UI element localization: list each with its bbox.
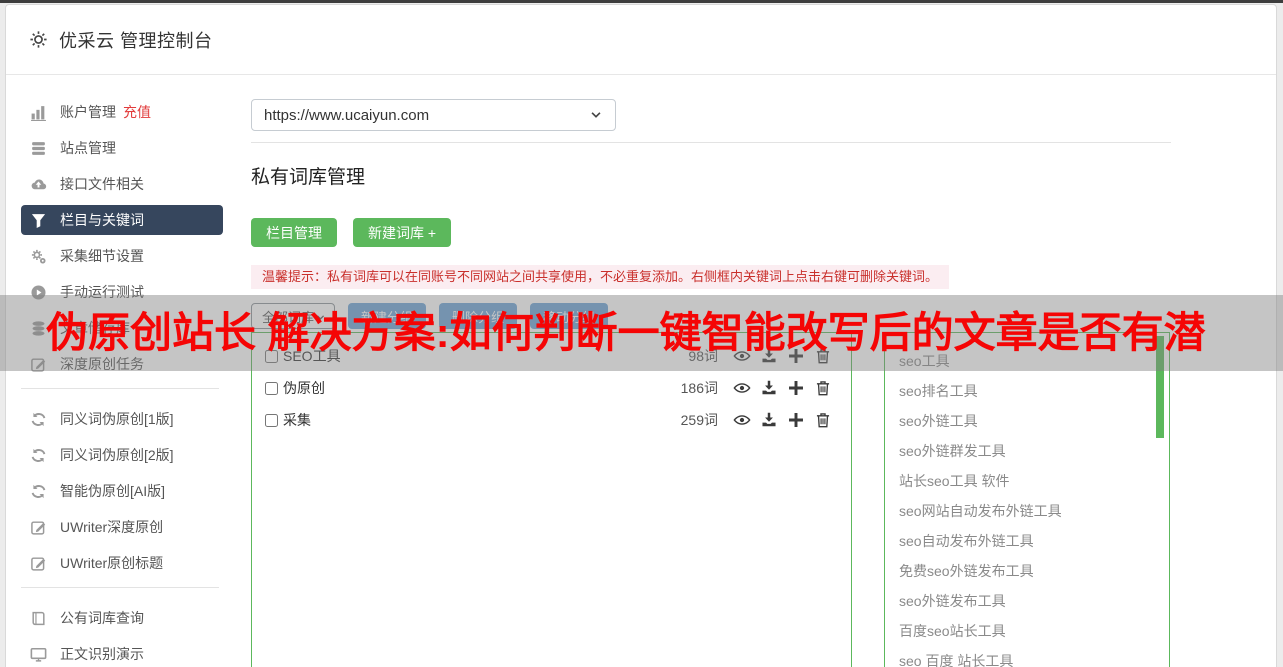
sidebar-item-uwriter-title[interactable]: UWriter原创标题 <box>21 548 223 578</box>
sidebar-item-synonym-v2[interactable]: 同义词伪原创[2版] <box>21 440 223 470</box>
keyword-item[interactable]: 百度seo站长工具 <box>899 616 1169 646</box>
lexicon-row: 伪原创 186词 <box>252 372 851 404</box>
keyword-item[interactable]: seo外链群发工具 <box>899 436 1169 466</box>
eye-icon[interactable] <box>733 411 751 429</box>
eye-icon[interactable] <box>733 379 751 397</box>
chevron-down-icon <box>589 108 603 122</box>
site-select[interactable]: https://www.ucaiyun.com <box>251 99 616 131</box>
tip-banner: 温馨提示：私有词库可以在同账号不同网站之间共享使用，不必重复添加。右侧框内关键词… <box>251 265 950 289</box>
refresh-icon <box>30 483 47 500</box>
lexicon-checkbox[interactable] <box>265 381 278 395</box>
app-title: 优采云 管理控制台 <box>59 30 213 51</box>
refresh-icon <box>30 447 47 464</box>
sidebar-item-ai-rewrite[interactable]: 智能伪原创[AI版] <box>21 476 223 506</box>
keyword-item[interactable]: 站长seo工具 软件 <box>899 466 1169 496</box>
trash-icon[interactable] <box>814 411 832 429</box>
bar-chart-icon <box>30 104 47 121</box>
sidebar-item-public-lexicon[interactable]: 公有词库查询 <box>21 603 223 633</box>
keyword-item[interactable]: seo外链工具 <box>899 406 1169 436</box>
keywords-panel: seo工具 seo排名工具 seo外链工具 seo外链群发工具 站长seo工具 … <box>884 332 1170 667</box>
download-icon[interactable] <box>760 411 778 429</box>
recharge-link[interactable]: 充值 <box>123 102 151 122</box>
main-content: https://www.ucaiyun.com 私有词库管理 栏目管理 新建词库… <box>251 75 1278 667</box>
add-icon[interactable] <box>787 379 805 397</box>
refresh-icon <box>30 411 47 428</box>
edit-icon <box>30 555 47 572</box>
gear-icon <box>29 30 48 49</box>
sidebar-item-interface-files[interactable]: 接口文件相关 <box>21 169 223 199</box>
keyword-item[interactable]: seo网站自动发布外链工具 <box>899 496 1169 526</box>
sidebar: 账户管理 充值 站点管理 接口文件相关 栏目与关键词 采集细节设置 手动运行测试… <box>6 75 251 667</box>
add-icon[interactable] <box>787 411 805 429</box>
sidebar-divider <box>21 388 219 389</box>
banner-overlay: 伪原创站长 解决方案:如何判断一键智能改写后的文章是否有潜 <box>0 295 1283 371</box>
new-lexicon-button[interactable]: 新建词库 + <box>353 218 452 247</box>
sidebar-item-columns-keywords[interactable]: 栏目与关键词 <box>21 205 223 235</box>
keyword-item[interactable]: seo自动发布外链工具 <box>899 526 1169 556</box>
keyword-item[interactable]: seo 百度 站长工具 <box>899 646 1169 667</box>
manage-columns-button[interactable]: 栏目管理 <box>251 218 337 247</box>
banner-headline: 伪原创站长 解决方案:如何判断一键智能改写后的文章是否有潜 <box>46 309 1206 356</box>
download-icon[interactable] <box>760 379 778 397</box>
divider <box>251 142 1171 143</box>
sidebar-item-body-recognition[interactable]: 正文识别演示 <box>21 639 223 667</box>
server-icon <box>30 140 47 157</box>
book-icon <box>30 610 47 627</box>
sidebar-divider <box>21 587 219 588</box>
app-header: 优采云 管理控制台 <box>6 5 1276 75</box>
word-count: 259词 <box>680 412 718 428</box>
word-count: 186词 <box>680 380 718 396</box>
keyword-item[interactable]: seo排名工具 <box>899 376 1169 406</box>
sidebar-item-account[interactable]: 账户管理 充值 <box>21 97 223 127</box>
sidebar-item-sites[interactable]: 站点管理 <box>21 133 223 163</box>
lexicon-row: 采集 259词 <box>252 404 851 436</box>
gears-icon <box>30 248 47 265</box>
keyword-item[interactable]: 免费seo外链发布工具 <box>899 556 1169 586</box>
sidebar-item-synonym-v1[interactable]: 同义词伪原创[1版] <box>21 404 223 434</box>
sidebar-item-collect-settings[interactable]: 采集细节设置 <box>21 241 223 271</box>
page-title: 私有词库管理 <box>251 167 366 188</box>
edit-icon <box>30 519 47 536</box>
lexicon-checkbox[interactable] <box>265 413 278 427</box>
cloud-upload-icon <box>30 176 47 193</box>
funnel-icon <box>30 212 47 229</box>
lexicon-list-panel: SEO工具 98词 伪原创 186词 采集 259词 <box>251 332 852 667</box>
sidebar-item-uwriter-deep[interactable]: UWriter深度原创 <box>21 512 223 542</box>
keyword-item[interactable]: seo外链发布工具 <box>899 586 1169 616</box>
window-top-edge <box>0 0 1283 3</box>
monitor-icon <box>30 646 47 663</box>
trash-icon[interactable] <box>814 379 832 397</box>
